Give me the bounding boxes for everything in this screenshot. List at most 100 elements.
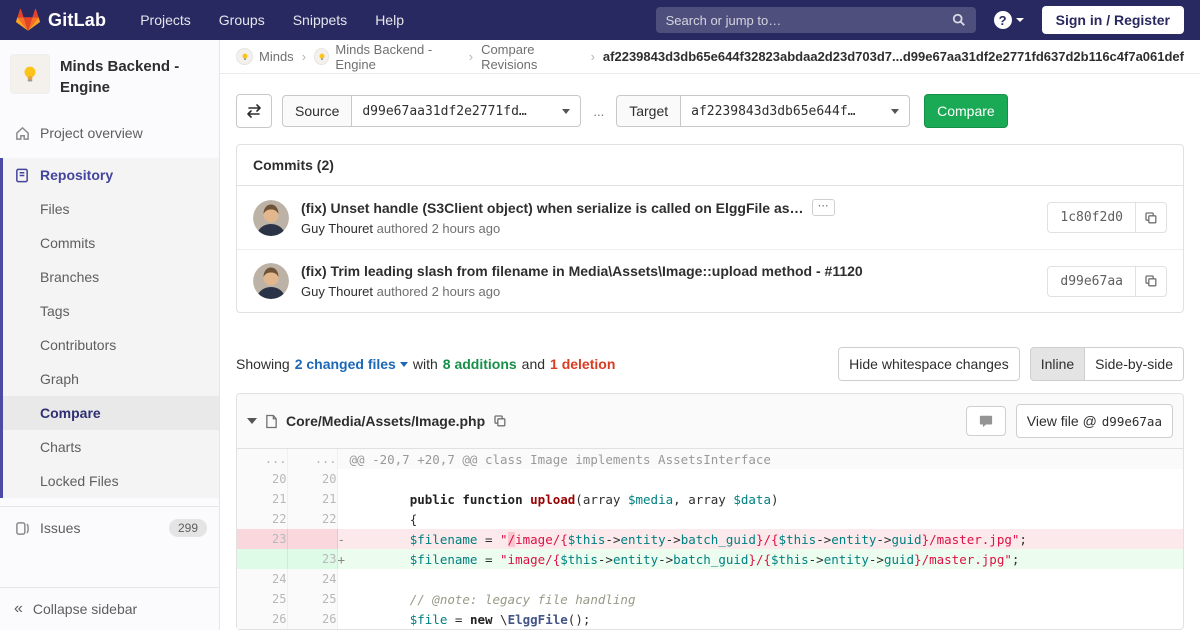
commit-author-avatar[interactable] — [253, 199, 289, 236]
new-line-number[interactable]: 26 — [287, 609, 338, 629]
help-menu[interactable]: ? — [993, 11, 1024, 29]
code-line: public function upload(array $media, arr… — [409, 491, 779, 507]
old-line-number[interactable]: 22 — [237, 509, 288, 529]
copy-icon — [1145, 275, 1157, 287]
sidebar-item-branches[interactable]: Branches — [3, 260, 219, 294]
new-line-number[interactable]: 23 — [287, 549, 338, 569]
sidebar-item-contributors[interactable]: Contributors — [3, 328, 219, 362]
swap-revisions-button[interactable] — [236, 94, 272, 128]
new-line-number[interactable]: 21 — [287, 489, 338, 509]
collapse-sidebar-button[interactable]: « Collapse sidebar — [0, 587, 219, 630]
new-line-number[interactable]: 22 — [287, 509, 338, 529]
commit-author-avatar[interactable] — [253, 263, 289, 299]
hide-whitespace-button[interactable]: Hide whitespace changes — [838, 347, 1020, 381]
global-search[interactable] — [655, 7, 976, 33]
copy-icon — [1145, 211, 1157, 223]
commit-author[interactable]: Guy Thouret — [301, 221, 373, 236]
project-name: Minds Backend - Engine — [60, 58, 180, 96]
sidebar-item-compare[interactable]: Compare — [3, 396, 219, 430]
old-line-number[interactable] — [237, 549, 288, 569]
gitlab-logo[interactable]: GitLab — [16, 8, 106, 32]
issues-count-badge: 299 — [168, 519, 207, 537]
chevron-down-icon — [399, 361, 408, 367]
nav-snippets[interactable]: Snippets — [283, 6, 357, 34]
target-ref-group: Target af2239843d3db65e644f… — [616, 95, 911, 127]
new-line-number[interactable]: 25 — [287, 589, 338, 609]
new-line-number[interactable]: 20 — [287, 469, 338, 489]
breadcrumb-current-sha-range: af2239843d3db65e644f32823abdaa2d23d703d7… — [602, 49, 1184, 64]
commit-title[interactable]: (fix) Trim leading slash from filename i… — [301, 263, 863, 279]
new-line-number[interactable] — [287, 529, 338, 549]
old-line-number[interactable]: 24 — [237, 569, 288, 589]
file-diff-panel: Core/Media/Assets/Image.php View file @ — [236, 393, 1184, 630]
commit-author[interactable]: Guy Thouret — [301, 284, 373, 299]
code-line: - $filename = "/image/{$this->entity->ba… — [337, 529, 1183, 549]
view-file-button[interactable]: View file @ d99e67aa — [1015, 404, 1173, 438]
commit-title[interactable]: (fix) Unset handle (S3Client object) whe… — [301, 200, 804, 216]
source-ref-dropdown[interactable]: d99e67aa31df2e2771fd… — [351, 95, 582, 127]
sidebar-item-locked-files[interactable]: Locked Files — [3, 464, 219, 498]
target-label: Target — [616, 95, 681, 127]
old-line-number[interactable]: 21 — [237, 489, 288, 509]
view-file-label: View file @ — [1026, 413, 1097, 429]
home-icon — [14, 126, 30, 141]
sidebar-item-files[interactable]: Files — [3, 192, 219, 226]
diff-deleted-line-row: 23 - $filename = "/image/{$this->entity-… — [237, 529, 1183, 549]
nav-groups[interactable]: Groups — [209, 6, 275, 34]
old-line-number[interactable]: ... — [237, 449, 288, 469]
changed-files-dropdown[interactable]: 2 changed files — [295, 356, 408, 372]
commit-sha[interactable]: 1c80f2d0 — [1047, 202, 1135, 233]
diff-table: ... ... @@ -20,7 +20,7 @@ class Image im… — [237, 449, 1183, 629]
breadcrumb-minds[interactable]: Minds — [236, 48, 294, 65]
commit-sha[interactable]: d99e67aa — [1047, 265, 1135, 297]
sidebar-item-project-overview[interactable]: Project overview — [0, 116, 219, 150]
copy-sha-button[interactable] — [1135, 265, 1167, 297]
new-line-number[interactable]: ... — [287, 449, 338, 469]
diff-file-path[interactable]: Core/Media/Assets/Image.php — [286, 413, 485, 429]
diff-file-header: Core/Media/Assets/Image.php View file @ — [237, 394, 1183, 449]
repository-icon — [14, 168, 30, 183]
and-label: and — [521, 356, 546, 372]
breadcrumb-label: Compare Revisions — [481, 41, 538, 72]
search-input[interactable] — [665, 12, 952, 28]
nav-help[interactable]: Help — [365, 6, 414, 34]
sidebar-item-repository[interactable]: Repository — [3, 158, 219, 192]
sign-in-register-button[interactable]: Sign in / Register — [1041, 6, 1184, 34]
commit-row: (fix) Unset handle (S3Client object) whe… — [237, 186, 1183, 249]
breadcrumb-project[interactable]: Minds Backend - Engine — [314, 42, 461, 72]
sidebar-item-graph[interactable]: Graph — [3, 362, 219, 396]
target-ref-dropdown[interactable]: af2239843d3db65e644f… — [680, 95, 911, 127]
old-line-number[interactable]: 26 — [237, 609, 288, 629]
sidebar-item-label: Project overview — [40, 125, 143, 141]
toggle-comments-button[interactable] — [965, 406, 1006, 436]
compare-button[interactable]: Compare — [924, 94, 1008, 128]
expand-commit-message-button[interactable]: ⋯ — [811, 199, 835, 216]
source-label: Source — [282, 95, 352, 127]
sidebar-item-charts[interactable]: Charts — [3, 430, 219, 464]
copy-icon[interactable] — [493, 414, 507, 428]
commit-sha-group: d99e67aa — [1047, 265, 1167, 297]
inline-view-button[interactable]: Inline — [1029, 347, 1086, 381]
diff-line-row: 24 24 — [237, 569, 1183, 589]
new-line-number[interactable]: 24 — [287, 569, 338, 589]
breadcrumb-compare-revisions[interactable]: Compare Revisions — [481, 42, 583, 72]
side-by-side-view-button[interactable]: Side-by-side — [1085, 347, 1184, 381]
old-line-number[interactable]: 25 — [237, 589, 288, 609]
sidebar-item-tags[interactable]: Tags — [3, 294, 219, 328]
nav-projects[interactable]: Projects — [130, 6, 201, 34]
lightbulb-icon — [24, 66, 36, 82]
collapse-diff-caret-icon[interactable] — [247, 418, 257, 424]
project-mini-avatar — [314, 48, 330, 65]
sidebar-item-issues[interactable]: Issues 299 — [0, 506, 219, 549]
old-line-number[interactable]: 23 — [237, 529, 288, 549]
old-line-number[interactable]: 20 — [237, 469, 288, 489]
diff-line-row: 21 21 public function upload(array $medi… — [237, 489, 1183, 509]
breadcrumb-label: Minds — [259, 49, 294, 64]
project-header[interactable]: Minds Backend - Engine — [0, 40, 219, 110]
sidebar-item-commits[interactable]: Commits — [3, 226, 219, 260]
code-line — [337, 469, 1183, 489]
commits-panel-title: Commits (2) — [237, 145, 1183, 186]
code-line: // @note: legacy file handling — [409, 591, 636, 607]
collapse-chevrons-icon: « — [14, 600, 23, 617]
copy-sha-button[interactable] — [1135, 202, 1167, 233]
